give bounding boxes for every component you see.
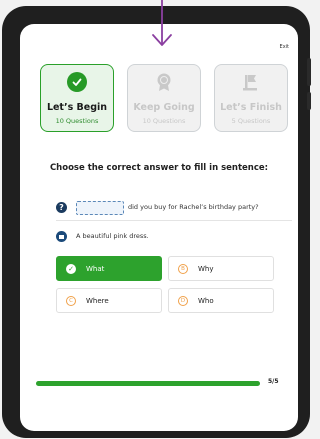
tablet-frame: Exit Let’s Begin 10 Questions Keep Going… [2, 6, 311, 438]
power-button [307, 92, 311, 110]
step-subtitle: 10 Questions [55, 117, 99, 125]
answer-row: A beautiful pink dress. [56, 230, 292, 244]
question-row: ? did you buy for Rachel’s birthday part… [56, 201, 292, 215]
option-d[interactable]: D Who [168, 288, 274, 313]
step-card-finish[interactable]: Let’s Finish 5 Questions [214, 64, 288, 132]
step-card-keep-going[interactable]: Keep Going 10 Questions [127, 64, 201, 132]
check-icon: ✓ [66, 264, 76, 274]
chat-icon [56, 231, 67, 242]
option-label: What [86, 265, 105, 273]
step-card-begin[interactable]: Let’s Begin 10 Questions [40, 64, 114, 132]
option-label: Where [86, 297, 109, 305]
option-a[interactable]: ✓ What [56, 256, 162, 281]
volume-button [307, 58, 311, 86]
option-label: Who [198, 297, 214, 305]
arrow-down-icon [152, 0, 172, 46]
quiz-screen: Exit Let’s Begin 10 Questions Keep Going… [20, 24, 298, 431]
step-title: Keep Going [133, 102, 195, 113]
option-label: Why [198, 265, 214, 273]
progress-bar [36, 381, 260, 386]
check-icon [67, 72, 87, 92]
option-b[interactable]: B Why [168, 256, 274, 281]
option-letter-badge: D [178, 296, 188, 306]
medal-icon [154, 72, 174, 92]
divider [56, 220, 292, 221]
question-text: did you buy for Rachel’s birthday party? [128, 203, 259, 211]
answer-blank[interactable] [76, 201, 124, 215]
progress-label: 5/5 [268, 378, 279, 385]
option-c[interactable]: C Where [56, 288, 162, 313]
exit-button[interactable]: Exit [280, 44, 289, 50]
question-icon: ? [56, 202, 67, 213]
answer-text: A beautiful pink dress. [76, 232, 149, 240]
flag-icon [241, 72, 261, 92]
step-title: Let’s Finish [220, 102, 282, 113]
step-subtitle: 10 Questions [142, 117, 186, 125]
step-cards: Let’s Begin 10 Questions Keep Going 10 Q… [40, 64, 294, 134]
option-letter-badge: C [66, 296, 76, 306]
instruction-heading: Choose the correct answer to fill in sen… [49, 163, 269, 173]
step-subtitle: 5 Questions [231, 117, 271, 125]
progress-fill [36, 381, 260, 386]
option-letter-badge: B [178, 264, 188, 274]
step-title: Let’s Begin [46, 102, 108, 113]
